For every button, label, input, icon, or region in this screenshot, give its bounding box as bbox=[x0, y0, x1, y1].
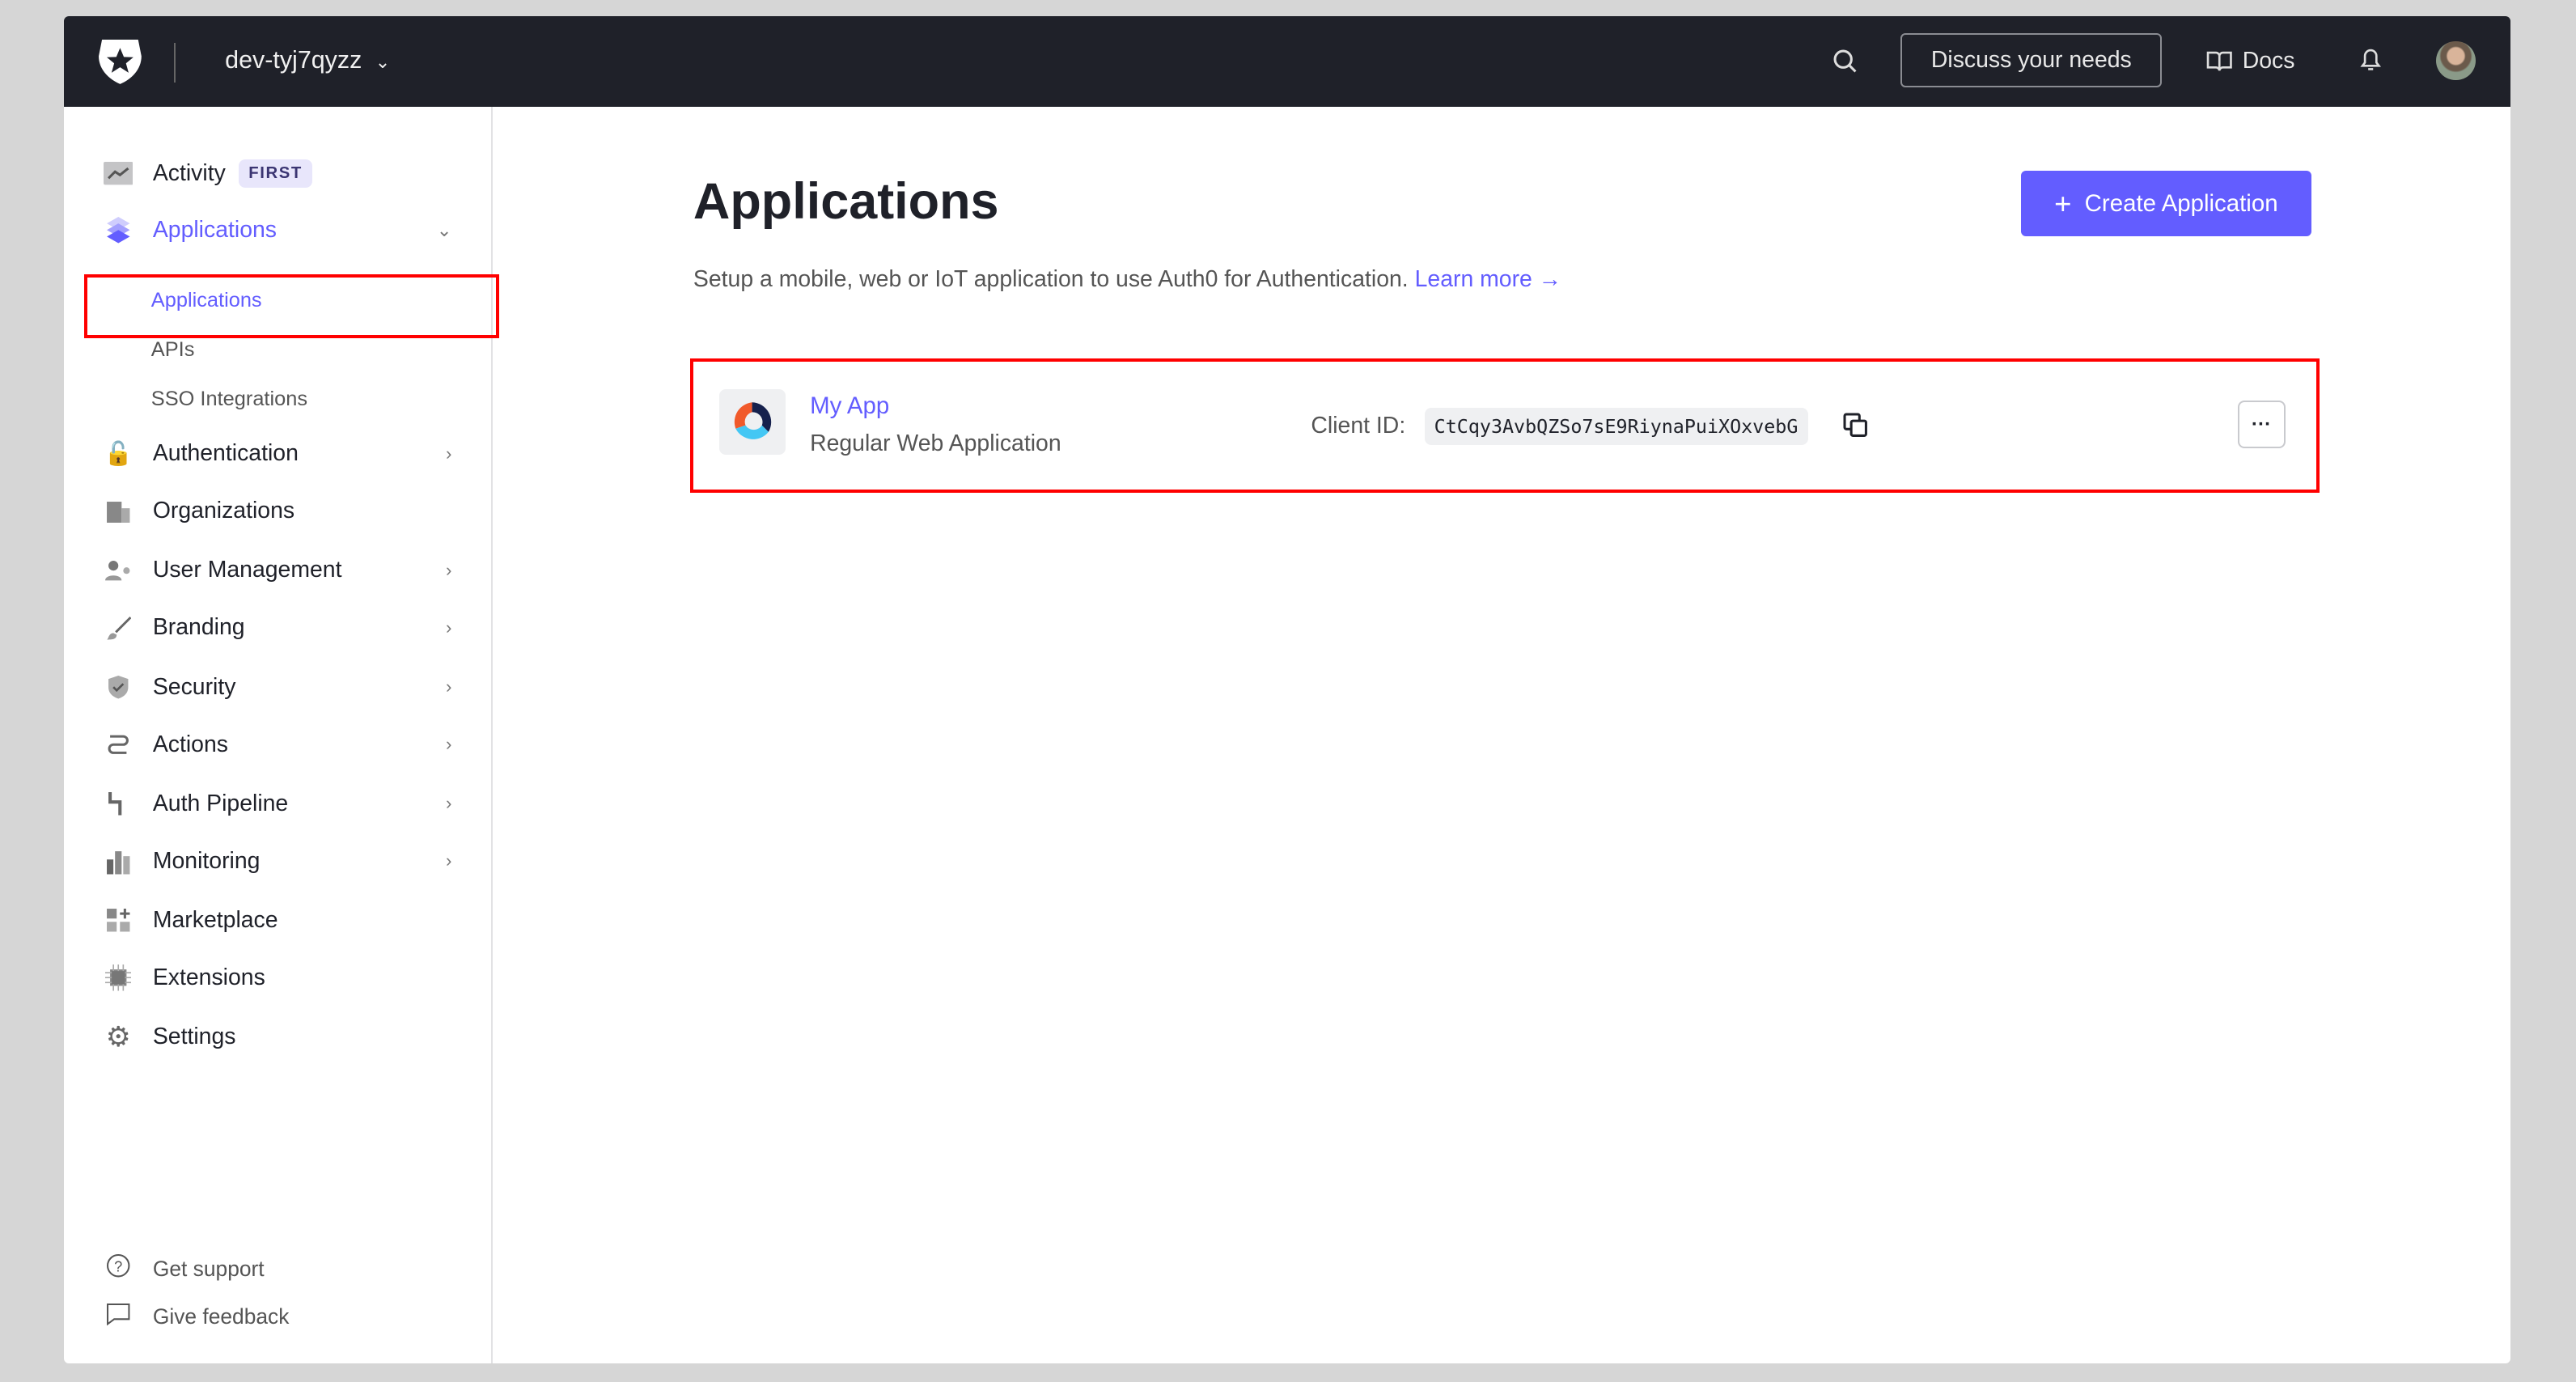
sidebar-item-label: Organizations bbox=[152, 498, 295, 524]
chevron-right-icon: › bbox=[445, 617, 452, 638]
building-icon bbox=[104, 498, 133, 524]
sidebar-item-auth-pipeline[interactable]: Auth Pipeline › bbox=[104, 791, 451, 817]
svg-text:?: ? bbox=[114, 1258, 122, 1275]
give-feedback-link[interactable]: Give feedback bbox=[104, 1303, 290, 1331]
sidebar-item-label: Security bbox=[152, 673, 236, 700]
chevron-right-icon: › bbox=[445, 443, 452, 464]
layers-icon bbox=[104, 217, 133, 244]
flow-icon bbox=[104, 731, 133, 757]
sidebar-item-security[interactable]: Security › bbox=[104, 674, 451, 701]
shield-check-icon bbox=[104, 674, 133, 700]
brush-icon bbox=[104, 615, 133, 641]
page-description: Setup a mobile, web or IoT application t… bbox=[693, 266, 1561, 293]
sidebar-item-activity[interactable]: Activity FIRST bbox=[103, 159, 451, 189]
discuss-needs-button[interactable]: Discuss your needs bbox=[1900, 32, 2163, 87]
bell-icon[interactable] bbox=[2359, 46, 2382, 72]
sidebar-item-label: Authentication bbox=[152, 440, 299, 467]
user-avatar[interactable] bbox=[2436, 40, 2476, 81]
sidebar-item-extensions[interactable]: Extensions bbox=[104, 964, 451, 991]
tenant-selector[interactable]: dev-tyj7qyzz ⌄ bbox=[225, 46, 390, 74]
sidebar-item-marketplace[interactable]: Marketplace bbox=[104, 907, 451, 934]
lock-icon: 🔓 bbox=[104, 440, 133, 467]
learn-more-link[interactable]: Learn more → bbox=[1415, 266, 1562, 292]
grid-plus-icon bbox=[104, 907, 133, 933]
chevron-right-icon: › bbox=[445, 676, 452, 697]
page-title: Applications bbox=[693, 173, 999, 231]
sidebar-subitem-sso-integrations[interactable]: SSO Integrations bbox=[151, 388, 307, 411]
create-application-button[interactable]: + Create Application bbox=[2020, 171, 2312, 237]
chevron-right-icon: › bbox=[445, 850, 452, 871]
pipeline-icon bbox=[104, 791, 133, 816]
chevron-down-icon: ⌄ bbox=[375, 51, 391, 72]
give-feedback-label: Give feedback bbox=[152, 1304, 290, 1329]
sidebar-item-label: Activity bbox=[152, 160, 226, 187]
sidebar-item-label: Marketplace bbox=[152, 906, 278, 933]
chevron-right-icon: › bbox=[445, 734, 452, 755]
tenant-name: dev-tyj7qyzz bbox=[225, 45, 362, 74]
sidebar-item-label: Extensions bbox=[152, 964, 265, 990]
gear-icon: ⚙ bbox=[105, 1021, 131, 1053]
users-icon bbox=[104, 557, 133, 583]
sidebar-item-label: Branding bbox=[152, 614, 245, 641]
sidebar-item-label: Monitoring bbox=[152, 847, 261, 874]
sidebar-item-applications[interactable]: Applications ⌄ bbox=[104, 217, 451, 244]
auth0-logo-icon[interactable] bbox=[97, 36, 143, 86]
sidebar-item-authentication[interactable]: 🔓 Authentication › bbox=[104, 440, 452, 467]
sidebar-item-settings[interactable]: ⚙ Settings bbox=[104, 1021, 451, 1053]
sidebar-item-label: Actions bbox=[152, 731, 228, 757]
plus-icon: + bbox=[2054, 186, 2072, 220]
chip-icon bbox=[104, 964, 133, 991]
search-icon[interactable] bbox=[1832, 48, 1858, 74]
sidebar-item-label: Applications bbox=[152, 217, 277, 244]
bar-chart-icon bbox=[104, 848, 133, 875]
message-icon bbox=[104, 1303, 133, 1331]
chevron-right-icon: › bbox=[445, 559, 452, 580]
app-window: dev-tyj7qyzz ⌄ Discuss your needs Docs Ac… bbox=[64, 16, 2510, 1364]
help-circle-icon: ? bbox=[104, 1253, 133, 1283]
highlight-box bbox=[83, 274, 500, 339]
activity-chart-icon bbox=[103, 160, 133, 186]
sidebar-item-branding[interactable]: Branding › bbox=[104, 614, 451, 641]
sidebar-subitem-apis[interactable]: APIs bbox=[151, 338, 195, 362]
main-content: Applications Setup a mobile, web or IoT … bbox=[493, 107, 2510, 1363]
chevron-down-icon: ⌄ bbox=[436, 219, 452, 240]
sidebar-item-organizations[interactable]: Organizations bbox=[104, 498, 451, 524]
divider bbox=[174, 42, 176, 83]
book-icon bbox=[2206, 51, 2232, 71]
get-support-label: Get support bbox=[152, 1256, 265, 1281]
sidebar-item-user-management[interactable]: User Management › bbox=[104, 557, 451, 583]
sidebar: Activity FIRST Applications ⌄ Applications… bbox=[64, 106, 500, 1364]
get-support-link[interactable]: ? Get support bbox=[104, 1253, 265, 1283]
chevron-right-icon: › bbox=[445, 793, 452, 814]
docs-label: Docs bbox=[2242, 47, 2295, 74]
sidebar-item-label: Settings bbox=[152, 1024, 236, 1050]
top-bar: dev-tyj7qyzz ⌄ Discuss your needs Docs bbox=[64, 16, 2510, 107]
sidebar-item-label: Auth Pipeline bbox=[152, 790, 289, 816]
docs-link[interactable]: Docs bbox=[2206, 48, 2294, 74]
sidebar-item-actions[interactable]: Actions › bbox=[104, 731, 451, 758]
create-application-label: Create Application bbox=[2084, 189, 2278, 217]
description-text: Setup a mobile, web or IoT application t… bbox=[693, 265, 1409, 292]
sidebar-item-label: User Management bbox=[152, 557, 342, 583]
highlight-box bbox=[689, 358, 2320, 494]
first-badge: FIRST bbox=[239, 159, 313, 189]
sidebar-item-monitoring[interactable]: Monitoring › bbox=[104, 848, 451, 875]
